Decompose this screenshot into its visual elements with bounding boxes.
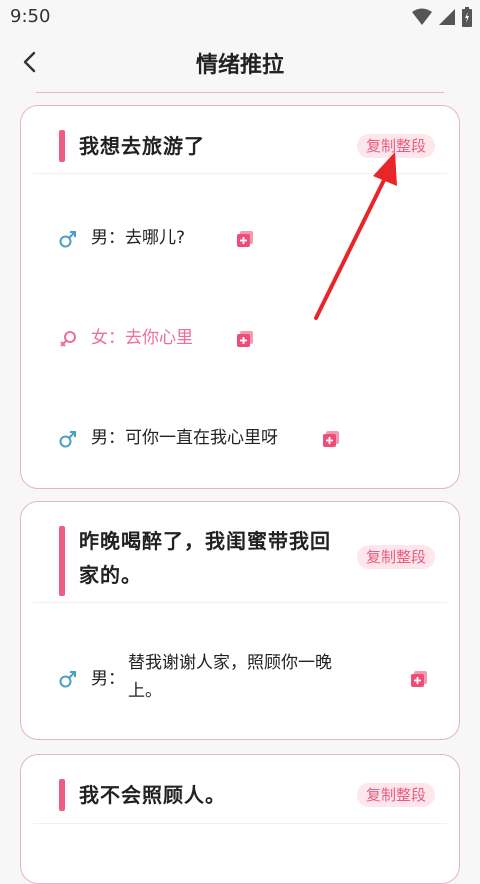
copy-all-button[interactable]: 复制整段 <box>356 783 435 807</box>
divider <box>33 823 447 824</box>
line-text: 男：可你一直在我心里呀 <box>91 428 278 448</box>
phrase-card: 我想去旅游了 复制整段 男：去哪儿? 女：去你心里 男：可你一直在我心里呀 <box>20 105 460 489</box>
line-text: 替我谢谢人家，照顾你一晚 上。 <box>128 653 332 701</box>
copy-icon[interactable] <box>411 671 427 687</box>
status-icons <box>412 7 472 27</box>
female-icon <box>60 331 76 347</box>
accent-bar <box>59 526 65 596</box>
phrase-card: 昨晚喝醉了，我闺蜜带我回 家的。 复制整段 男： 替我谢谢人家，照顾你一晚 上。 <box>20 501 460 740</box>
card-title: 昨晚喝醉了，我闺蜜带我回 家的。 <box>79 529 331 587</box>
line-speaker: 男： <box>91 669 125 689</box>
card-title: 我想去旅游了 <box>79 134 205 158</box>
male-icon <box>59 431 76 448</box>
dialogue-line: 女：去你心里 <box>21 324 459 354</box>
battery-icon <box>462 7 472 27</box>
signal-icon <box>439 9 455 25</box>
copy-all-button[interactable]: 复制整段 <box>356 545 435 569</box>
copy-icon[interactable] <box>323 431 339 447</box>
line-text: 男：去哪儿? <box>91 228 186 248</box>
divider <box>33 602 447 603</box>
divider <box>33 173 447 174</box>
wifi-icon <box>412 8 432 25</box>
male-icon <box>59 231 76 248</box>
divider <box>36 92 444 93</box>
male-icon <box>59 671 76 688</box>
copy-icon[interactable] <box>237 231 253 247</box>
copy-all-button[interactable]: 复制整段 <box>356 134 435 158</box>
accent-bar <box>59 779 65 811</box>
card-title: 我不会照顾人。 <box>79 783 226 807</box>
line-text: 女：去你心里 <box>91 328 193 348</box>
dialogue-line: 男：去哪儿? <box>21 224 459 254</box>
nav-bar: 情绪推拉 <box>0 34 480 92</box>
copy-icon[interactable] <box>237 331 253 347</box>
dialogue-line: 男： 替我谢谢人家，照顾你一晚 上。 <box>21 649 459 709</box>
status-bar: 9:50 <box>0 0 480 34</box>
dialogue-line: 男：可你一直在我心里呀 <box>21 424 459 454</box>
accent-bar <box>59 130 65 162</box>
page-title: 情绪推拉 <box>195 53 284 78</box>
status-time: 9:50 <box>10 6 51 27</box>
phrase-card: 我不会照顾人。 复制整段 <box>20 754 460 884</box>
